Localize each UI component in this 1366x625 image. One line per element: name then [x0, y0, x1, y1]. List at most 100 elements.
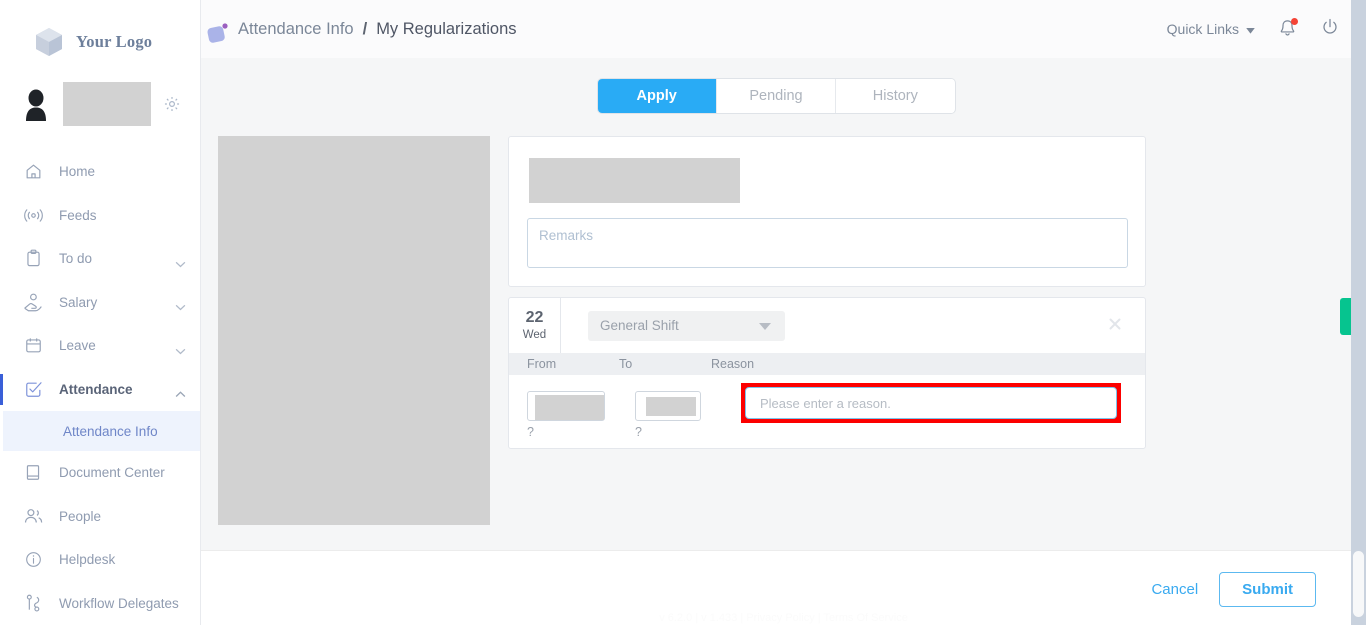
tab-bar: Apply Pending History [597, 79, 955, 113]
entry-table-header: From To Reason [509, 353, 1145, 375]
app-logo[interactable]: Your Logo [0, 0, 200, 62]
notification-bell-button[interactable] [1278, 18, 1298, 43]
chevron-down-icon [175, 343, 186, 355]
sidebar-item-people[interactable]: People [0, 495, 200, 539]
sidebar-item-label: Home [59, 164, 96, 180]
gear-icon[interactable] [163, 95, 181, 113]
entry-date: 22 Wed [509, 298, 561, 353]
sidebar-item-home[interactable]: Home [0, 150, 200, 194]
main-content: Apply Pending History Remarks 22 Wed Gen… [201, 58, 1351, 550]
breadcrumb-module-icon [204, 14, 234, 44]
home-icon [22, 161, 44, 183]
feeds-icon [22, 204, 44, 226]
caret-down-icon [1246, 21, 1255, 37]
sidebar-item-attendance[interactable]: Attendance [0, 368, 200, 412]
column-header-to: To [619, 357, 633, 371]
sidebar-item-label: People [59, 508, 102, 524]
chevron-up-icon [175, 386, 186, 398]
footer-action-bar: Cancel Submit v 6.2.0 | v 1.433 | Privac… [201, 550, 1366, 625]
breadcrumb-separator: / [362, 19, 368, 38]
sidebar-item-label: Attendance [59, 381, 133, 397]
top-bar: Attendance Info / My Regularizations Qui… [201, 0, 1366, 58]
notification-badge [1291, 18, 1298, 25]
to-time-cell: ? [635, 391, 701, 439]
sidebar-item-feeds[interactable]: Feeds [0, 194, 200, 238]
close-icon[interactable] [1107, 316, 1123, 332]
sidebar-item-helpdesk[interactable]: Helpdesk [0, 538, 200, 582]
sidebar-item-label: Feeds [59, 207, 97, 223]
reason-placeholder: Please enter a reason. [760, 396, 891, 411]
entry-header-row: 22 Wed General Shift [509, 298, 1145, 353]
sidebar-item-salary[interactable]: Salary [0, 281, 200, 325]
bell-icon [1278, 20, 1297, 43]
regularization-entry-card: 22 Wed General Shift From To Reason ? ? … [508, 297, 1146, 449]
shift-select[interactable]: General Shift [588, 310, 785, 341]
to-time-redacted [646, 397, 696, 416]
caret-down-icon [759, 322, 771, 330]
calendar-icon [22, 335, 44, 357]
quick-links-menu[interactable]: Quick Links [1167, 21, 1255, 37]
salary-hand-icon [22, 291, 44, 313]
to-time-hint: ? [635, 425, 642, 439]
cancel-button[interactable]: Cancel [1151, 581, 1198, 598]
tab-apply[interactable]: Apply [597, 79, 717, 113]
sidebar-item-label: To do [59, 251, 93, 267]
remarks-input[interactable]: Remarks [527, 218, 1128, 268]
from-time-cell: ? [527, 391, 605, 439]
footer-actions: Cancel Submit [1151, 572, 1316, 607]
tab-pending[interactable]: Pending [716, 79, 837, 113]
reason-field-highlight: Please enter a reason. [741, 383, 1121, 423]
sidebar-item-label: Document Center [59, 465, 165, 481]
sidebar-item-leave[interactable]: Leave [0, 324, 200, 368]
shift-select-value: General Shift [600, 318, 679, 333]
sidebar-item-label: Leave [59, 338, 96, 354]
sidebar: Your Logo Home Feeds To do Salary Leave … [0, 0, 201, 625]
submit-button[interactable]: Submit [1219, 572, 1316, 607]
quick-links-label: Quick Links [1166, 21, 1239, 37]
entry-table-row: ? ? Please enter a reason. [509, 375, 1145, 449]
profile-row[interactable] [0, 74, 200, 134]
to-time-input[interactable] [635, 391, 701, 421]
footer-legal-text: v 6.2.0 | v 1.433 | Privacy Policy | Ter… [659, 612, 908, 624]
breadcrumb-parent[interactable]: Attendance Info [238, 20, 354, 39]
sidebar-item-label: Salary [59, 294, 98, 310]
sidebar-item-document-center[interactable]: Document Center [0, 451, 200, 495]
top-bar-actions: Quick Links [1167, 17, 1340, 42]
tab-history[interactable]: History [836, 79, 955, 113]
from-time-hint: ? [527, 425, 534, 439]
sidebar-item-attendance-info[interactable]: Attendance Info [0, 411, 200, 451]
column-header-from: From [527, 357, 557, 371]
chevron-down-icon [175, 299, 186, 311]
from-time-input[interactable] [527, 391, 605, 421]
sidebar-item-workflow-delegates[interactable]: Workflow Delegates [0, 582, 200, 625]
logo-cube-icon [32, 25, 66, 59]
info-circle-icon [22, 549, 44, 571]
checkbox-check-icon [22, 378, 44, 400]
column-header-reason: Reason [711, 357, 755, 371]
feedback-tab[interactable] [1340, 298, 1351, 335]
entry-date-day: 22 [525, 308, 544, 326]
left-panel-redacted [218, 136, 490, 525]
book-icon [22, 462, 44, 484]
sidebar-item-label: Workflow Delegates [59, 595, 179, 611]
right-scroll-rail [1351, 0, 1366, 625]
sidebar-nav: Home Feeds To do Salary Leave Attendance… [0, 150, 200, 625]
people-icon [22, 505, 44, 527]
user-avatar-icon [22, 87, 50, 121]
remarks-placeholder: Remarks [539, 228, 594, 243]
breadcrumb: Attendance Info / My Regularizations [238, 20, 517, 39]
employee-name-redacted [529, 158, 740, 203]
profile-name-redacted [63, 82, 151, 126]
entry-date-dow: Wed [522, 328, 547, 341]
clipboard-icon [22, 248, 44, 270]
logo-text: Your Logo [76, 32, 153, 51]
sidebar-subitem-label: Attendance Info [63, 423, 158, 439]
chevron-down-icon [175, 256, 186, 268]
regularization-details-card: Remarks [508, 136, 1146, 287]
sidebar-item-todo[interactable]: To do [0, 237, 200, 281]
reason-input[interactable]: Please enter a reason. [745, 387, 1117, 419]
sidebar-item-label: Helpdesk [59, 552, 116, 568]
power-logout-button[interactable] [1320, 17, 1340, 42]
vertical-scrollbar-thumb[interactable] [1353, 551, 1364, 617]
breadcrumb-current: My Regularizations [376, 19, 517, 38]
